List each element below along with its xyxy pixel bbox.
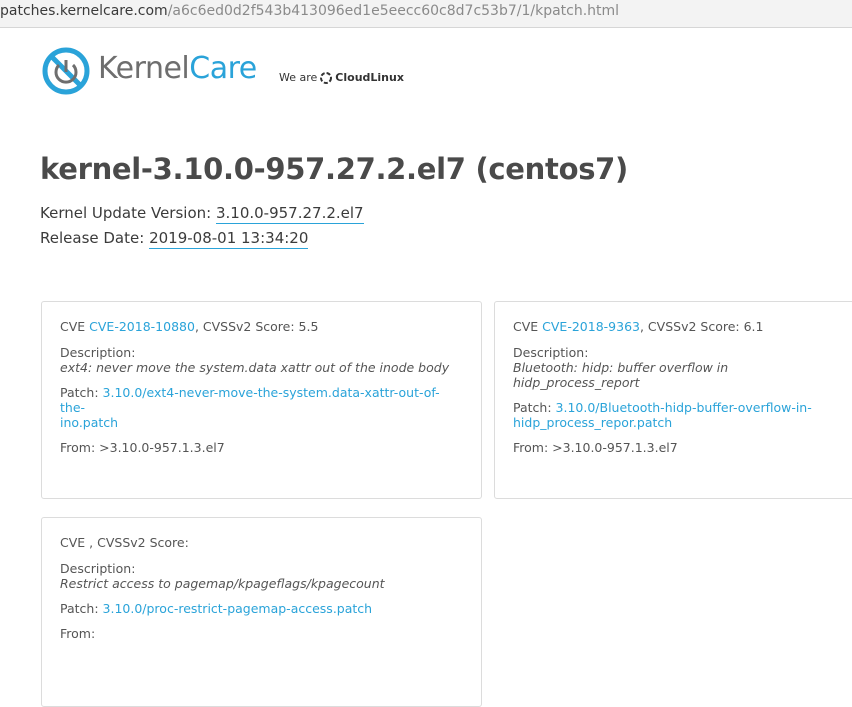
- cloudlinux-label: CloudLinux: [335, 71, 404, 84]
- cve-link[interactable]: CVE-2018-10880: [89, 319, 195, 334]
- from-version: From: >3.10.0-957.1.3.el7: [513, 440, 678, 455]
- url-path: /a6c6ed0d2f543b413096ed1e5eecc60c8d7c53b…: [167, 3, 620, 19]
- we-are-cloudlinux: We are CloudLinux: [279, 71, 404, 84]
- cvss-score: , CVSSv2 Score:: [89, 535, 189, 550]
- from-version: From: >3.10.0-957.1.3.el7: [60, 440, 225, 455]
- description-text: ext4: never move the system.data xattr o…: [60, 360, 450, 375]
- browser-address-bar[interactable]: patches.kernelcare.com/a6c6ed0d2f543b413…: [0, 0, 852, 28]
- patch-card: CVE CVE-2018-10880, CVSSv2 Score: 5.5 De…: [41, 301, 482, 499]
- from-version: From:: [60, 626, 96, 641]
- patch-card: CVE , CVSSv2 Score: Description: Restric…: [41, 517, 482, 707]
- patch-line: Patch: 3.10.0/proc-restrict-pagemap-acce…: [60, 601, 373, 616]
- patch-link[interactable]: 3.10.0/ext4-never-move-the-system.data-x…: [60, 385, 440, 430]
- cve-link[interactable]: CVE-2018-9363: [542, 319, 640, 334]
- description-label: Description:: [60, 345, 136, 360]
- url-text[interactable]: patches.kernelcare.com/a6c6ed0d2f543b413…: [0, 3, 619, 19]
- release-date: Release Date: 2019-08-01 13:34:20: [40, 229, 309, 249]
- page-title: kernel-3.10.0-957.27.2.el7 (centos7): [40, 152, 628, 186]
- description-text: Bluetooth: hidp: buffer overflow in hidp…: [513, 360, 729, 390]
- patch-card: CVE CVE-2018-9363, CVSSv2 Score: 6.1 Des…: [494, 301, 852, 499]
- url-host: patches.kernelcare.com: [0, 3, 168, 19]
- cloudlinux-icon: [320, 71, 333, 84]
- release-date-label: Release Date:: [40, 229, 150, 247]
- cve-line: CVE , CVSSv2 Score:: [60, 535, 189, 550]
- cvss-score: , CVSSv2 Score: 5.5: [194, 319, 319, 334]
- update-version-value: 3.10.0-957.27.2.el7: [215, 204, 364, 224]
- description-label: Description:: [60, 561, 136, 576]
- patch-link[interactable]: 3.10.0/proc-restrict-pagemap-access.patc…: [103, 601, 373, 616]
- update-version-label: Kernel Update Version:: [40, 204, 216, 222]
- kernelcare-logo-icon: [42, 47, 90, 95]
- description-label: Description:: [513, 345, 589, 360]
- cve-line: CVE CVE-2018-10880, CVSSv2 Score: 5.5: [60, 319, 319, 334]
- logo-wordmark: KernelCare: [98, 51, 257, 86]
- cvss-score: , CVSSv2 Score: 6.1: [639, 319, 764, 334]
- patch-link[interactable]: 3.10.0/Bluetooth-hidp-buffer-overflow-in…: [513, 400, 812, 430]
- release-date-value: 2019-08-01 13:34:20: [149, 229, 309, 249]
- description-text: Restrict access to pagemap/kpageflags/kp…: [60, 576, 385, 591]
- we-are-label: We are: [279, 71, 318, 84]
- cve-line: CVE CVE-2018-9363, CVSSv2 Score: 6.1: [513, 319, 764, 334]
- patch-line: Patch: 3.10.0/ext4-never-move-the-system…: [60, 385, 440, 430]
- patch-line: Patch: 3.10.0/Bluetooth-hidp-buffer-over…: [513, 400, 812, 430]
- kernel-update-version: Kernel Update Version: 3.10.0-957.27.2.e…: [40, 204, 364, 224]
